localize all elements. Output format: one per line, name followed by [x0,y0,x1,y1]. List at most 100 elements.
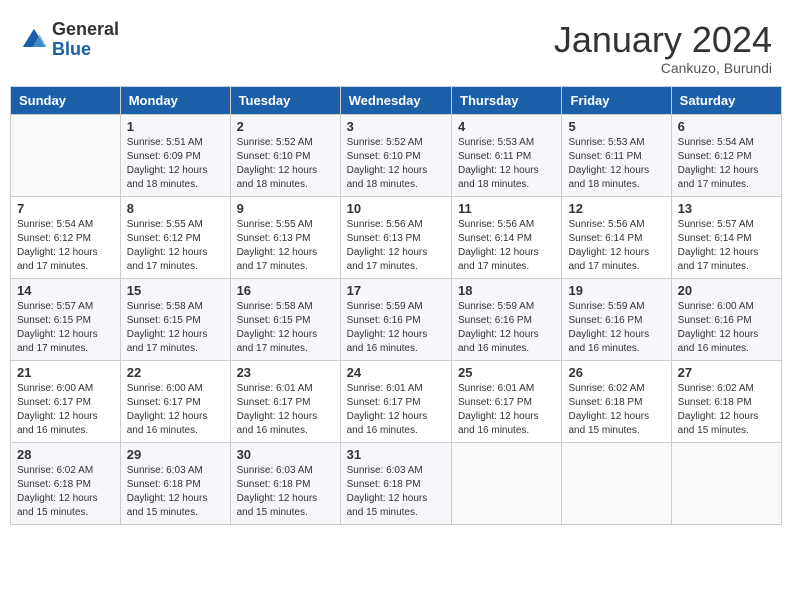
calendar-cell: 18Sunrise: 5:59 AMSunset: 6:16 PMDayligh… [452,278,562,360]
day-number: 24 [347,365,445,380]
calendar-cell [671,442,781,524]
col-header-wednesday: Wednesday [340,86,451,114]
calendar-cell: 31Sunrise: 6:03 AMSunset: 6:18 PMDayligh… [340,442,451,524]
day-number: 11 [458,201,555,216]
day-number: 26 [568,365,664,380]
col-header-monday: Monday [120,86,230,114]
day-number: 28 [17,447,114,462]
location-subtitle: Cankuzo, Burundi [554,60,772,76]
calendar-cell: 2 Sunrise: 5:52 AMSunset: 6:10 PMDaylight… [230,114,340,196]
calendar-cell: 26 Sunrise: 6:02 AMSunset: 6:18 PMDayligh… [562,360,671,442]
day-info: Sunrise: 6:02 AMSunset: 6:18 PMDaylight:… [678,382,775,438]
calendar-cell: 14 Sunrise: 5:57 AMSunset: 6:15 PMDayligh… [11,278,121,360]
day-info: Sunrise: 5:52 AMSunset: 6:10 PMDaylight:… [237,136,334,192]
day-number: 3 [347,119,445,134]
calendar-week-row: 14 Sunrise: 5:57 AMSunset: 6:15 PMDayligh… [11,278,782,360]
col-header-saturday: Saturday [671,86,781,114]
calendar-cell: 21 Sunrise: 6:00 AMSunset: 6:17 PMDayligh… [11,360,121,442]
day-info: Sunrise: 5:59 AMSunset: 6:16 PMDaylight:… [347,300,445,356]
day-info: Sunrise: 5:54 AMSunset: 6:12 PMDaylight:… [678,136,775,192]
day-info: Sunrise: 5:59 AMSunset: 6:16 PMDaylight:… [568,300,664,356]
calendar-cell: 3Sunrise: 5:52 AMSunset: 6:10 PMDaylight… [340,114,451,196]
day-info: Sunrise: 5:56 AMSunset: 6:13 PMDaylight:… [347,218,445,274]
calendar-cell: 13Sunrise: 5:57 AMSunset: 6:14 PMDayligh… [671,196,781,278]
day-number: 21 [17,365,114,380]
calendar-cell: 25 Sunrise: 6:01 AMSunset: 6:17 PMDayligh… [452,360,562,442]
day-info: Sunrise: 5:55 AMSunset: 6:12 PMDaylight:… [127,218,224,274]
calendar-cell: 16 Sunrise: 5:58 AMSunset: 6:15 PMDayligh… [230,278,340,360]
day-number: 27 [678,365,775,380]
day-info: Sunrise: 6:00 AMSunset: 6:16 PMDaylight:… [678,300,775,356]
calendar-cell: 11 Sunrise: 5:56 AMSunset: 6:14 PMDayligh… [452,196,562,278]
calendar-week-row: 21 Sunrise: 6:00 AMSunset: 6:17 PMDayligh… [11,360,782,442]
logo: General Blue [20,20,119,60]
calendar-week-row: 1 Sunrise: 5:51 AMSunset: 6:09 PMDaylight… [11,114,782,196]
calendar-cell: 22Sunrise: 6:00 AMSunset: 6:17 PMDayligh… [120,360,230,442]
day-number: 15 [127,283,224,298]
day-number: 9 [237,201,334,216]
day-number: 23 [237,365,334,380]
day-number: 18 [458,283,555,298]
day-info: Sunrise: 5:54 AMSunset: 6:12 PMDaylight:… [17,218,114,274]
day-number: 16 [237,283,334,298]
day-number: 1 [127,119,224,134]
calendar-cell: 17 Sunrise: 5:59 AMSunset: 6:16 PMDayligh… [340,278,451,360]
calendar-cell: 9 Sunrise: 5:55 AMSunset: 6:13 PMDaylight… [230,196,340,278]
day-info: Sunrise: 6:03 AMSunset: 6:18 PMDaylight:… [237,464,334,520]
day-number: 2 [237,119,334,134]
page-header: General Blue January 2024 Cankuzo, Burun… [10,10,782,81]
day-number: 8 [127,201,224,216]
day-info: Sunrise: 6:01 AMSunset: 6:17 PMDaylight:… [458,382,555,438]
day-number: 7 [17,201,114,216]
calendar-cell: 1 Sunrise: 5:51 AMSunset: 6:09 PMDaylight… [120,114,230,196]
day-number: 17 [347,283,445,298]
day-number: 14 [17,283,114,298]
month-title: January 2024 [554,20,772,60]
day-info: Sunrise: 5:56 AMSunset: 6:14 PMDaylight:… [458,218,555,274]
logo-general-text: General [52,20,119,40]
col-header-sunday: Sunday [11,86,121,114]
calendar-cell: 12Sunrise: 5:56 AMSunset: 6:14 PMDayligh… [562,196,671,278]
calendar-cell [11,114,121,196]
day-info: Sunrise: 6:01 AMSunset: 6:17 PMDaylight:… [347,382,445,438]
calendar-cell: 19Sunrise: 5:59 AMSunset: 6:16 PMDayligh… [562,278,671,360]
day-number: 6 [678,119,775,134]
day-number: 10 [347,201,445,216]
day-info: Sunrise: 5:58 AMSunset: 6:15 PMDaylight:… [127,300,224,356]
logo-icon [20,26,48,54]
calendar-cell: 27 Sunrise: 6:02 AMSunset: 6:18 PMDayligh… [671,360,781,442]
col-header-tuesday: Tuesday [230,86,340,114]
day-info: Sunrise: 6:02 AMSunset: 6:18 PMDaylight:… [17,464,114,520]
calendar-cell: 24 Sunrise: 6:01 AMSunset: 6:17 PMDayligh… [340,360,451,442]
calendar-cell: 4Sunrise: 5:53 AMSunset: 6:11 PMDaylight… [452,114,562,196]
day-info: Sunrise: 6:00 AMSunset: 6:17 PMDaylight:… [127,382,224,438]
calendar-table: SundayMondayTuesdayWednesdayThursdayFrid… [10,86,782,525]
day-number: 4 [458,119,555,134]
calendar-cell: 29Sunrise: 6:03 AMSunset: 6:18 PMDayligh… [120,442,230,524]
logo-blue-text: Blue [52,40,119,60]
day-info: Sunrise: 5:55 AMSunset: 6:13 PMDaylight:… [237,218,334,274]
day-info: Sunrise: 5:57 AMSunset: 6:15 PMDaylight:… [17,300,114,356]
calendar-cell: 28 Sunrise: 6:02 AMSunset: 6:18 PMDayligh… [11,442,121,524]
calendar-cell [452,442,562,524]
calendar-week-row: 28 Sunrise: 6:02 AMSunset: 6:18 PMDayligh… [11,442,782,524]
calendar-cell: 20Sunrise: 6:00 AMSunset: 6:16 PMDayligh… [671,278,781,360]
calendar-cell: 6 Sunrise: 5:54 AMSunset: 6:12 PMDaylight… [671,114,781,196]
calendar-cell: 7 Sunrise: 5:54 AMSunset: 6:12 PMDaylight… [11,196,121,278]
day-info: Sunrise: 5:58 AMSunset: 6:15 PMDaylight:… [237,300,334,356]
calendar-cell: 15 Sunrise: 5:58 AMSunset: 6:15 PMDayligh… [120,278,230,360]
day-number: 30 [237,447,334,462]
day-number: 29 [127,447,224,462]
day-info: Sunrise: 6:02 AMSunset: 6:18 PMDaylight:… [568,382,664,438]
col-header-thursday: Thursday [452,86,562,114]
calendar-cell: 10 Sunrise: 5:56 AMSunset: 6:13 PMDayligh… [340,196,451,278]
day-number: 25 [458,365,555,380]
calendar-header-row: SundayMondayTuesdayWednesdayThursdayFrid… [11,86,782,114]
day-info: Sunrise: 6:01 AMSunset: 6:17 PMDaylight:… [237,382,334,438]
day-number: 31 [347,447,445,462]
day-number: 13 [678,201,775,216]
title-block: January 2024 Cankuzo, Burundi [554,20,772,76]
day-info: Sunrise: 5:51 AMSunset: 6:09 PMDaylight:… [127,136,224,192]
day-info: Sunrise: 6:00 AMSunset: 6:17 PMDaylight:… [17,382,114,438]
day-number: 5 [568,119,664,134]
